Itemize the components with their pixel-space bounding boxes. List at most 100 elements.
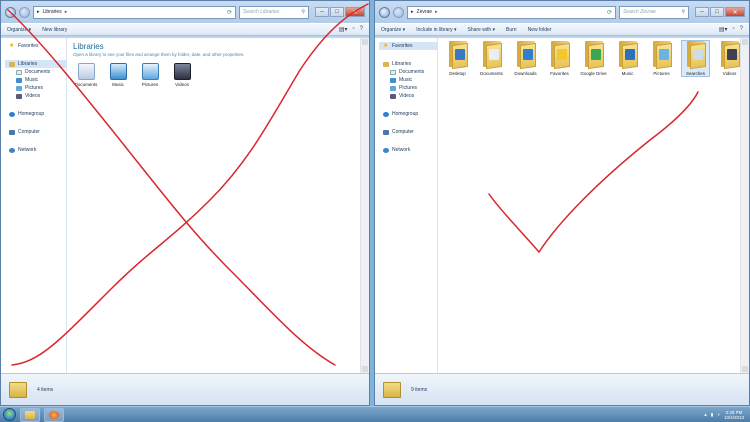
view-options-icon[interactable]: ▤▾ [339,26,348,33]
breadcrumb-chevron-icon[interactable]: ▸ [435,9,438,15]
documents-icon [390,69,396,75]
nav-documents[interactable]: Documents [383,68,437,76]
nav-label: Computer [18,129,40,135]
show-hidden-icons-icon[interactable]: ▴ [704,412,707,418]
nav-pictures[interactable]: Pictures [9,84,66,92]
nav-network[interactable]: Network [383,146,437,154]
navigation-pane: ★ Favorites Libraries Documents Music Pi… [375,38,438,373]
folder-icon [515,41,537,70]
nav-label: Music [399,77,413,83]
nav-homegroup[interactable]: Homegroup [9,110,66,118]
start-button[interactable] [3,408,16,421]
refresh-icon[interactable]: ⟳ [607,9,612,16]
nav-computer[interactable]: Computer [383,128,437,136]
address-bar[interactable]: ▸ Libraries ▸ ⟳ [33,5,236,19]
new-library-button[interactable]: New library [42,27,67,33]
network-tray-icon[interactable]: ▮ [711,412,713,418]
burn-button[interactable]: Burn [506,27,517,33]
maximize-button[interactable]: □ [330,7,344,17]
search-icon: ⚲ [681,9,685,15]
homegroup-icon [383,111,389,117]
command-bar: Organize ▾ Include in library ▾ Share wi… [375,23,749,36]
address-bar[interactable]: ▸ Zevrae ▸ ⟳ [407,5,616,19]
new-folder-button[interactable]: New folder [528,27,552,33]
include-in-library-button[interactable]: Include in library ▾ [416,27,456,33]
item-label: Google Drive [580,71,607,76]
preview-pane-icon[interactable]: ▫ [733,26,735,33]
breadcrumb[interactable]: Zevrae [417,9,433,15]
organize-button[interactable]: Organize ▾ [7,27,31,33]
search-input[interactable]: Search Zevrae ⚲ [619,5,689,19]
folder-item-videos[interactable]: Videos [716,41,743,76]
file-list: Libraries Open a library to see your fil… [67,38,369,373]
clock[interactable]: 2:28 PM 10/4/2013 [724,410,744,420]
nav-documents[interactable]: Documents [9,68,66,76]
nav-network[interactable]: Network [9,146,66,154]
organize-button[interactable]: Organize ▾ [381,27,405,33]
firefox-icon [49,410,59,419]
library-item-pictures[interactable]: Pictures [137,63,163,87]
file-list: Desktop Documents Downloads Favorites Google… [438,38,749,373]
nav-label: Homegroup [18,111,45,117]
folder-item-downloads[interactable]: Downloads [512,41,539,76]
volume-icon[interactable]: ◖ [717,412,720,417]
documents-library-icon [77,63,95,80]
nav-label: Pictures [399,85,418,91]
back-button[interactable] [5,6,16,18]
library-item-videos[interactable]: Videos [169,63,195,87]
minimize-button[interactable]: – [695,7,709,17]
command-bar: Organize ▾ New library ▤▾ ▫ ? [1,23,369,36]
help-icon[interactable]: ? [740,26,743,33]
computer-icon [383,129,389,135]
library-item-documents[interactable]: Documents [73,63,99,87]
folder-item-documents[interactable]: Documents [478,41,505,76]
nav-pictures[interactable]: Pictures [383,84,437,92]
folder-icon [447,41,469,70]
nav-music[interactable]: Music [9,76,66,84]
item-label: Desktop [449,71,466,76]
nav-favorites[interactable]: ★ Favorites [9,42,66,50]
close-button[interactable]: ✕ [345,7,365,17]
breadcrumb-chevron-icon[interactable]: ▸ [65,9,68,15]
nav-libraries[interactable]: Libraries [5,60,66,68]
search-placeholder: Search Libraries [243,9,280,15]
back-button[interactable] [379,6,390,18]
preview-pane-icon[interactable]: ▫ [353,26,355,33]
taskbar: ▴ ▮ ◖ 2:28 PM 10/4/2013 [0,406,750,422]
maximize-button[interactable]: □ [710,7,724,17]
nav-libraries[interactable]: Libraries [383,60,437,68]
status-text: 4 items [37,386,54,393]
libraries-folder-icon: ▸ [37,9,40,15]
refresh-icon[interactable]: ⟳ [227,9,232,16]
folder-item-google-drive[interactable]: Google Drive [580,41,607,76]
folder-item-favorites[interactable]: Favorites [546,41,573,76]
item-label: Documents [74,82,98,87]
folder-item-pictures[interactable]: Pictures [648,41,675,76]
search-input[interactable]: Search Libraries ⚲ [239,5,309,19]
library-item-music[interactable]: Music [105,63,131,87]
taskbar-explorer-button[interactable] [20,407,40,422]
forward-button[interactable] [19,6,30,18]
nav-computer[interactable]: Computer [9,128,66,136]
vertical-scrollbar[interactable] [740,38,749,373]
folder-item-music[interactable]: Music [614,41,641,76]
nav-videos[interactable]: Videos [9,92,66,100]
close-button[interactable]: ✕ [725,7,745,17]
folder-item-searches[interactable]: Searches [681,40,710,77]
nav-homegroup[interactable]: Homegroup [383,110,437,118]
share-with-button[interactable]: Share with ▾ [468,27,496,33]
nav-label: Computer [392,129,414,135]
nav-label: Network [18,147,37,153]
item-label: Videos [722,71,737,76]
nav-favorites[interactable]: ★ Favorites [379,42,437,50]
forward-button[interactable] [393,6,404,18]
folder-item-desktop[interactable]: Desktop [444,41,471,76]
vertical-scrollbar[interactable] [360,38,369,373]
nav-videos[interactable]: Videos [383,92,437,100]
breadcrumb[interactable]: Libraries [43,9,62,15]
view-options-icon[interactable]: ▤▾ [719,26,728,33]
nav-music[interactable]: Music [383,76,437,84]
minimize-button[interactable]: – [315,7,329,17]
taskbar-firefox-button[interactable] [44,407,64,422]
help-icon[interactable]: ? [360,26,363,33]
